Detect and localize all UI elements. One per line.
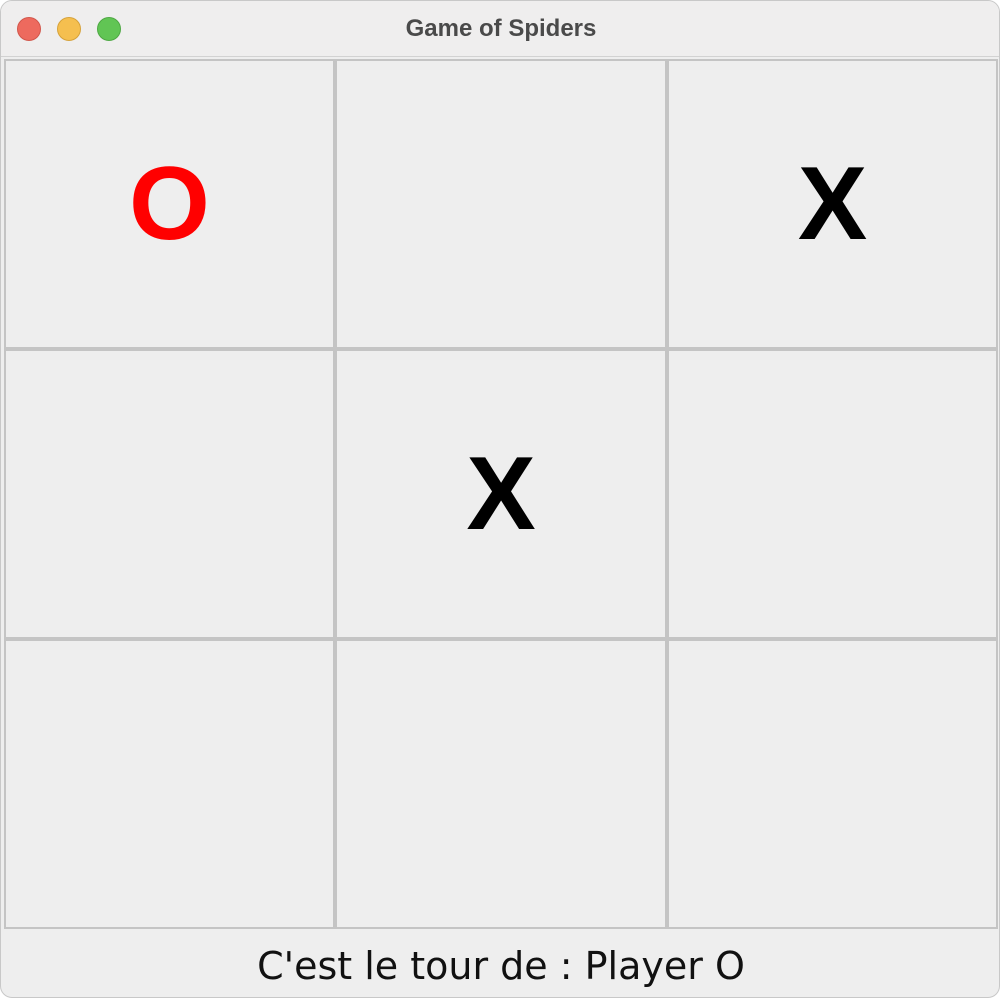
board-cell-2[interactable] — [335, 59, 667, 349]
board-cell-1[interactable]: O — [4, 59, 335, 349]
game-window: Game of Spiders O X X C'est le tour de :… — [0, 0, 1000, 998]
board-cell-9[interactable] — [667, 639, 998, 929]
window-title: Game of Spiders — [405, 14, 597, 42]
board-cell-3[interactable]: X — [667, 59, 998, 349]
minimize-window-button[interactable] — [57, 17, 81, 41]
board-cell-4[interactable] — [4, 349, 335, 639]
board-cell-7[interactable] — [4, 639, 335, 929]
game-board: O X X — [4, 59, 998, 929]
close-window-button[interactable] — [17, 17, 41, 41]
board-cell-8[interactable] — [335, 639, 667, 929]
title-bar[interactable]: Game of Spiders — [1, 1, 999, 57]
board-cell-6[interactable] — [667, 349, 998, 639]
zoom-window-button[interactable] — [97, 17, 121, 41]
board-cell-5[interactable]: X — [335, 349, 667, 639]
turn-status: C'est le tour de : Player O — [257, 944, 745, 988]
